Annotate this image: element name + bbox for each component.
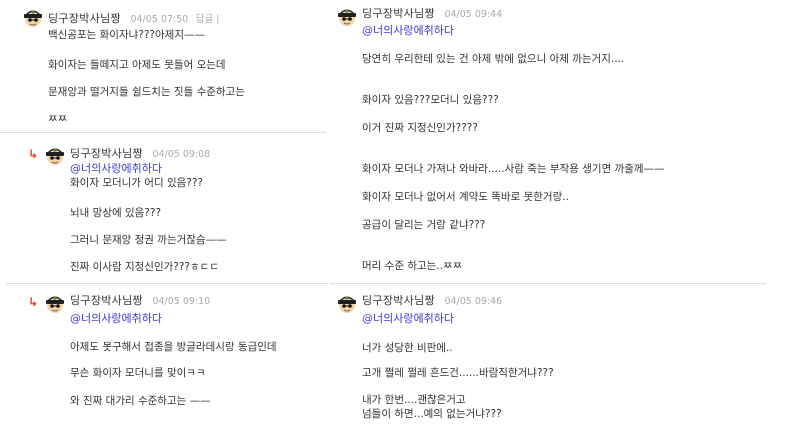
comment-header: 딩구장박사님짱 04/05 09:46 xyxy=(362,294,502,309)
timestamp: 04/05 09:44 xyxy=(444,9,503,20)
avatar-soldier-icon xyxy=(338,9,356,26)
comment-line: ㅉㅉ xyxy=(48,113,68,125)
comment-0910: ↳ 딩구장박사님짱 04/05 09:10 @너의사랑에취하다 아제도 못구해서… xyxy=(6,289,328,434)
comment-line: 내가 한번....괜찮은거고 xyxy=(362,394,466,406)
timestamp: 04/05 09:08 xyxy=(152,149,211,160)
reply-arrow-icon: ↳ xyxy=(28,295,39,309)
divider xyxy=(330,283,766,284)
nickname[interactable]: 딩구장박사님짱 xyxy=(362,294,435,307)
comment-line: 화이자 모더나 없어서 계약도 똑바로 못한거랑.. xyxy=(362,191,569,203)
nickname[interactable]: 딩구장박사님짱 xyxy=(70,147,143,160)
avatar-soldier-icon xyxy=(24,10,42,27)
comment-line: 백신공포는 화이자냐???아제지—— xyxy=(48,29,205,41)
avatar-soldier-icon xyxy=(46,296,64,313)
comment-header: 딩구장박사님짱 04/05 07:50 답글 | xyxy=(48,12,219,27)
timestamp: 04/05 09:10 xyxy=(152,296,211,307)
nickname[interactable]: 딩구장박사님짱 xyxy=(70,294,143,307)
comment-0750: 딩구장박사님짱 04/05 07:50 답글 | 백신공포는 화이자냐???아제… xyxy=(0,0,328,133)
comment-header: 딩구장박사님짱 04/05 09:44 xyxy=(362,7,502,22)
comment-0908: ↳ 딩구장박사님짱 04/05 09:08 @너의사랑에취하다 화이자 모더니가… xyxy=(6,140,328,282)
timestamp: 04/05 09:46 xyxy=(444,296,503,307)
comment-line: 너가 성당한 비판에.. xyxy=(362,342,453,354)
comment-header: 딩구장박사님짱 04/05 09:08 xyxy=(70,147,210,162)
avatar-soldier-icon xyxy=(338,296,356,313)
reply-link[interactable]: 답글 | xyxy=(196,14,220,25)
nickname[interactable]: 딩구장박사님짱 xyxy=(48,12,121,25)
comment-line: 뇌내 망상에 있음??? xyxy=(70,207,162,219)
mention-link[interactable]: @너의사랑에취하다 xyxy=(362,312,454,326)
comment-line: 진짜 이사람 지정신인가???ㅎㄷㄷ xyxy=(70,261,219,273)
timestamp: 04/05 07:50 xyxy=(130,14,189,25)
nickname[interactable]: 딩구장박사님짱 xyxy=(362,7,435,20)
divider xyxy=(6,283,328,284)
comment-line: 아제도 못구해서 접종을 방글라데시랑 동급인데 xyxy=(70,341,277,353)
comment-line: 와 진짜 대가리 수준하고는 —— xyxy=(70,395,211,407)
comment-line: 머리 수준 하고는..ㅉㅉ xyxy=(362,260,463,272)
comment-line: 그러니 문재앙 정권 까는거잖슴—— xyxy=(70,234,227,246)
comment-line: 당연히 우리한테 있는 건 아제 밖에 없으니 아제 까는거지.... xyxy=(362,53,625,65)
comment-line: 무슨 화이자 모더니를 맞이ㅋㅋ xyxy=(70,367,206,379)
comment-line: 공급이 달리는 거랑 같냐??? xyxy=(362,219,486,231)
comment-line: 문재앙과 떨거지들 쉴드치는 짓들 수준하고는 xyxy=(48,86,245,98)
comment-0944: 딩구장박사님짱 04/05 09:44 @너의사랑에취하다 당연히 우리한테 있… xyxy=(330,0,766,283)
comment-0946: 딩구장박사님짱 04/05 09:46 @너의사랑에취하다 너가 성당한 비판에… xyxy=(330,289,766,434)
comment-line: 넘들이 하면...예의 없는거냐??? xyxy=(362,408,502,420)
mention-link[interactable]: @너의사랑에취하다 xyxy=(70,312,162,326)
comment-line: 화이자는 들떼지고 아제도 못들어 오는데 xyxy=(48,59,226,71)
reply-arrow-icon: ↳ xyxy=(28,147,39,161)
comment-line: 고개 쩔레 쩔레 흔드건......바람직한거냐??? xyxy=(362,367,554,379)
mention-link[interactable]: @너의사랑에취하다 xyxy=(362,24,454,38)
comment-line: 화이자 모더나 가져나 와바라.....사람 죽는 부작용 생기면 까줄께—— xyxy=(362,163,665,175)
comment-header: 딩구장박사님짱 04/05 09:10 xyxy=(70,294,210,309)
comment-line: 화이자 모더니가 어디 있음??? xyxy=(70,177,203,189)
comment-line: 화이자 있음???모더니 있음??? xyxy=(362,94,499,106)
mention-link[interactable]: @너의사랑에취하다 xyxy=(70,162,162,176)
avatar-soldier-icon xyxy=(46,148,64,165)
comment-line: 이거 진짜 지정신인가???? xyxy=(362,122,478,134)
divider xyxy=(0,132,326,133)
